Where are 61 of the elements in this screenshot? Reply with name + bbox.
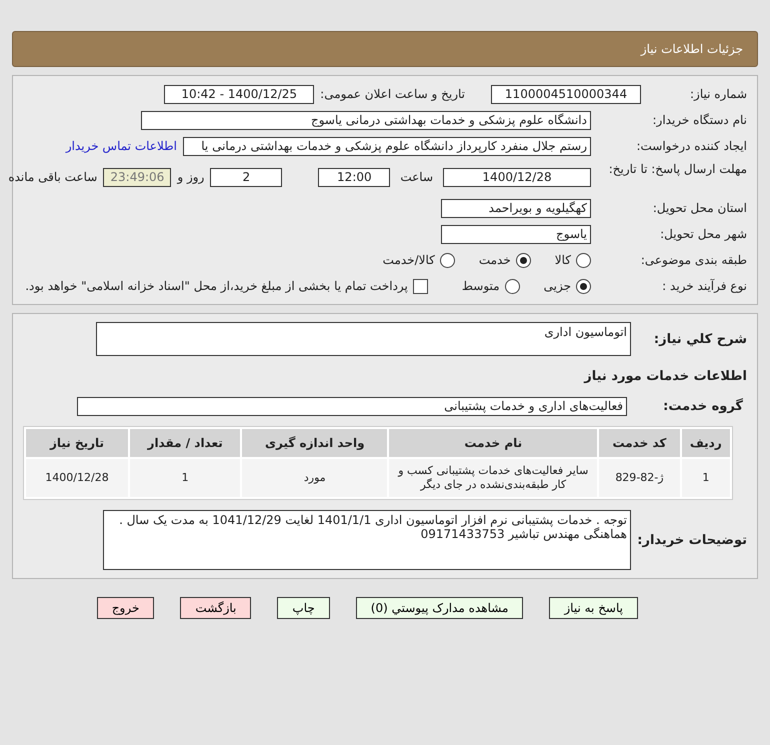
days-field: 2 xyxy=(210,168,282,186)
table-cell: 1 xyxy=(130,459,240,497)
field-label: استان محل تحویل: xyxy=(652,201,747,215)
table-cell: 1 xyxy=(682,459,730,497)
field-label: توضیحات خریدار: xyxy=(637,532,747,548)
field-label: ایجاد کننده درخواست: xyxy=(635,139,747,153)
field-label: نوع فرآیند خرید : xyxy=(661,279,747,293)
field-label: ساعت باقی مانده xyxy=(8,170,98,184)
radio-button[interactable] xyxy=(576,278,591,294)
radio-button[interactable] xyxy=(516,252,531,268)
action-button[interactable]: مشاهده مدارک پیوستي (0) xyxy=(356,597,524,619)
field-label: گروه خدمت: xyxy=(662,398,744,414)
section-heading: اطلاعات خدمات مورد نیاز xyxy=(582,368,747,384)
column-header: تعداد / مقدار xyxy=(130,429,240,457)
radio-label: خدمت xyxy=(478,253,511,267)
note-line: توجه . خدمات پشتیبانی نرم افزار اتوماسیون اداری 1401/1/1 لغایت 1041/12/29 به مدت یک سال . xyxy=(118,513,627,527)
action-button[interactable]: خروج xyxy=(96,597,154,619)
field-label: روز و xyxy=(177,170,204,184)
table-cell: سایر فعالیت‌های خدمات پشتیبانی کسب و کار طبقه‌بندی‌نشده در جای دیگر xyxy=(389,459,598,497)
action-button[interactable]: پاسخ به نیاز xyxy=(549,597,638,619)
action-button[interactable]: بازگشت xyxy=(180,597,252,619)
table-cell: 1400/12/28 xyxy=(26,459,128,497)
buyer-field: دانشگاه علوم پزشکی و خدمات بهداشتی درمانی یاسوج xyxy=(141,110,591,130)
radio-label: متوسط xyxy=(462,279,500,293)
field-label: نام دستگاه خریدار: xyxy=(652,113,747,127)
note-line: هماهنگی مهندس تباشیر 09171433753 xyxy=(420,527,627,541)
radio-button[interactable] xyxy=(576,252,591,268)
action-button[interactable]: چاپ xyxy=(277,597,330,619)
deadline-date-field: 1400/12/28 xyxy=(443,168,591,186)
page-title: جزئیات اطلاعات نیاز xyxy=(640,42,743,56)
radio-button[interactable] xyxy=(504,278,520,294)
service-group-field: فعالیت‌های اداری و خدمات پشتیبانی xyxy=(77,396,627,416)
field-label: ساعت xyxy=(400,170,433,184)
remaining-time-field: 23:49:06 xyxy=(103,168,172,186)
creator-field: رستم جلال منفرد کارپرداز دانشگاه علوم پزشکی و خدمات بهداشتی درمانی یا xyxy=(183,136,591,156)
field-label: شماره نیاز: xyxy=(689,87,747,101)
column-header: کد خدمت xyxy=(599,429,680,457)
field-label: شهر محل تحویل: xyxy=(659,227,747,241)
radio-button[interactable] xyxy=(440,252,455,268)
field-label: تاریخ و ساعت اعلان عمومی: xyxy=(320,87,465,101)
column-header: واحد اندازه گیری xyxy=(242,429,388,457)
announce-date-field: 1400/12/25 - 10:42 xyxy=(164,84,314,104)
deadline-time-field: 12:00 xyxy=(318,168,390,186)
buyer-contact-link[interactable]: اطلاعات تماس خریدار xyxy=(66,139,177,153)
radio-label: کالا xyxy=(554,253,571,267)
field-label: شرح کلي نیاز: xyxy=(652,332,747,346)
table-cell: ژ-82-829 xyxy=(599,459,680,497)
table-cell: مورد xyxy=(242,459,388,497)
city-field: یاسوج xyxy=(441,224,591,244)
province-field: کهگیلویه و بویراحمد xyxy=(441,198,591,218)
field-label: مهلت ارسال پاسخ: تا تاریخ: xyxy=(608,162,747,176)
column-header: تاریخ نیاز xyxy=(26,429,128,457)
column-header: نام خدمت xyxy=(389,429,598,457)
need-number-field: 1100004510000344 xyxy=(491,84,641,104)
column-header: ردیف xyxy=(682,429,730,457)
checkbox[interactable] xyxy=(412,278,428,294)
description-field: اتوماسیون اداری xyxy=(96,322,631,356)
checkbox-label: پرداخت تمام یا بخشی از مبلغ خرید،از محل "اسناد خزانه اسلامی" خواهد بود. xyxy=(25,279,408,293)
radio-label: کالا/خدمت xyxy=(382,253,435,267)
field-label: طبقه بندی موضوعی: xyxy=(640,253,747,267)
radio-label: جزیی xyxy=(544,279,571,293)
